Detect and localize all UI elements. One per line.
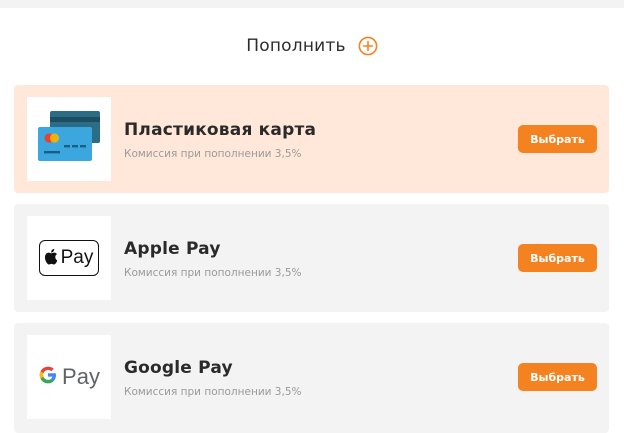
google-pay-logo: Pay — [38, 364, 100, 390]
apple-icon — [44, 248, 59, 269]
apple-pay-logo-text: Pay — [60, 247, 94, 268]
method-logo-box: Pay — [27, 335, 111, 419]
method-name: Apple Pay — [124, 239, 221, 259]
method-name: Google Pay — [124, 358, 233, 378]
choose-button[interactable]: Выбрать — [518, 363, 597, 391]
top-divider-strip — [0, 0, 624, 8]
method-fee: Комиссия при пополнении 3,5% — [124, 386, 302, 398]
plus-circle-icon[interactable] — [358, 36, 378, 56]
method-name: Пластиковая карта — [124, 120, 317, 140]
google-g-icon — [38, 365, 58, 389]
method-fee: Комиссия при пополнении 3,5% — [124, 267, 302, 279]
method-logo-box: Pay — [27, 216, 111, 300]
choose-button[interactable]: Выбрать — [518, 244, 597, 272]
payment-method-card[interactable]: Пластиковая карта Комиссия при пополнени… — [14, 85, 609, 193]
page-title: Пополнить — [246, 36, 346, 56]
apple-pay-logo: Pay — [39, 240, 99, 276]
credit-card-icon — [36, 109, 102, 169]
payment-method-card[interactable]: Pay Apple Pay Комиссия при пополнении 3,… — [14, 204, 609, 312]
google-pay-logo-text: Pay — [62, 364, 100, 389]
choose-button[interactable]: Выбрать — [518, 125, 597, 153]
topup-header: Пополнить — [0, 33, 624, 59]
method-fee: Комиссия при пополнении 3,5% — [124, 148, 302, 160]
payment-method-card[interactable]: Pay Google Pay Комиссия при пополнении 3… — [14, 323, 609, 433]
method-logo-box — [27, 97, 111, 181]
